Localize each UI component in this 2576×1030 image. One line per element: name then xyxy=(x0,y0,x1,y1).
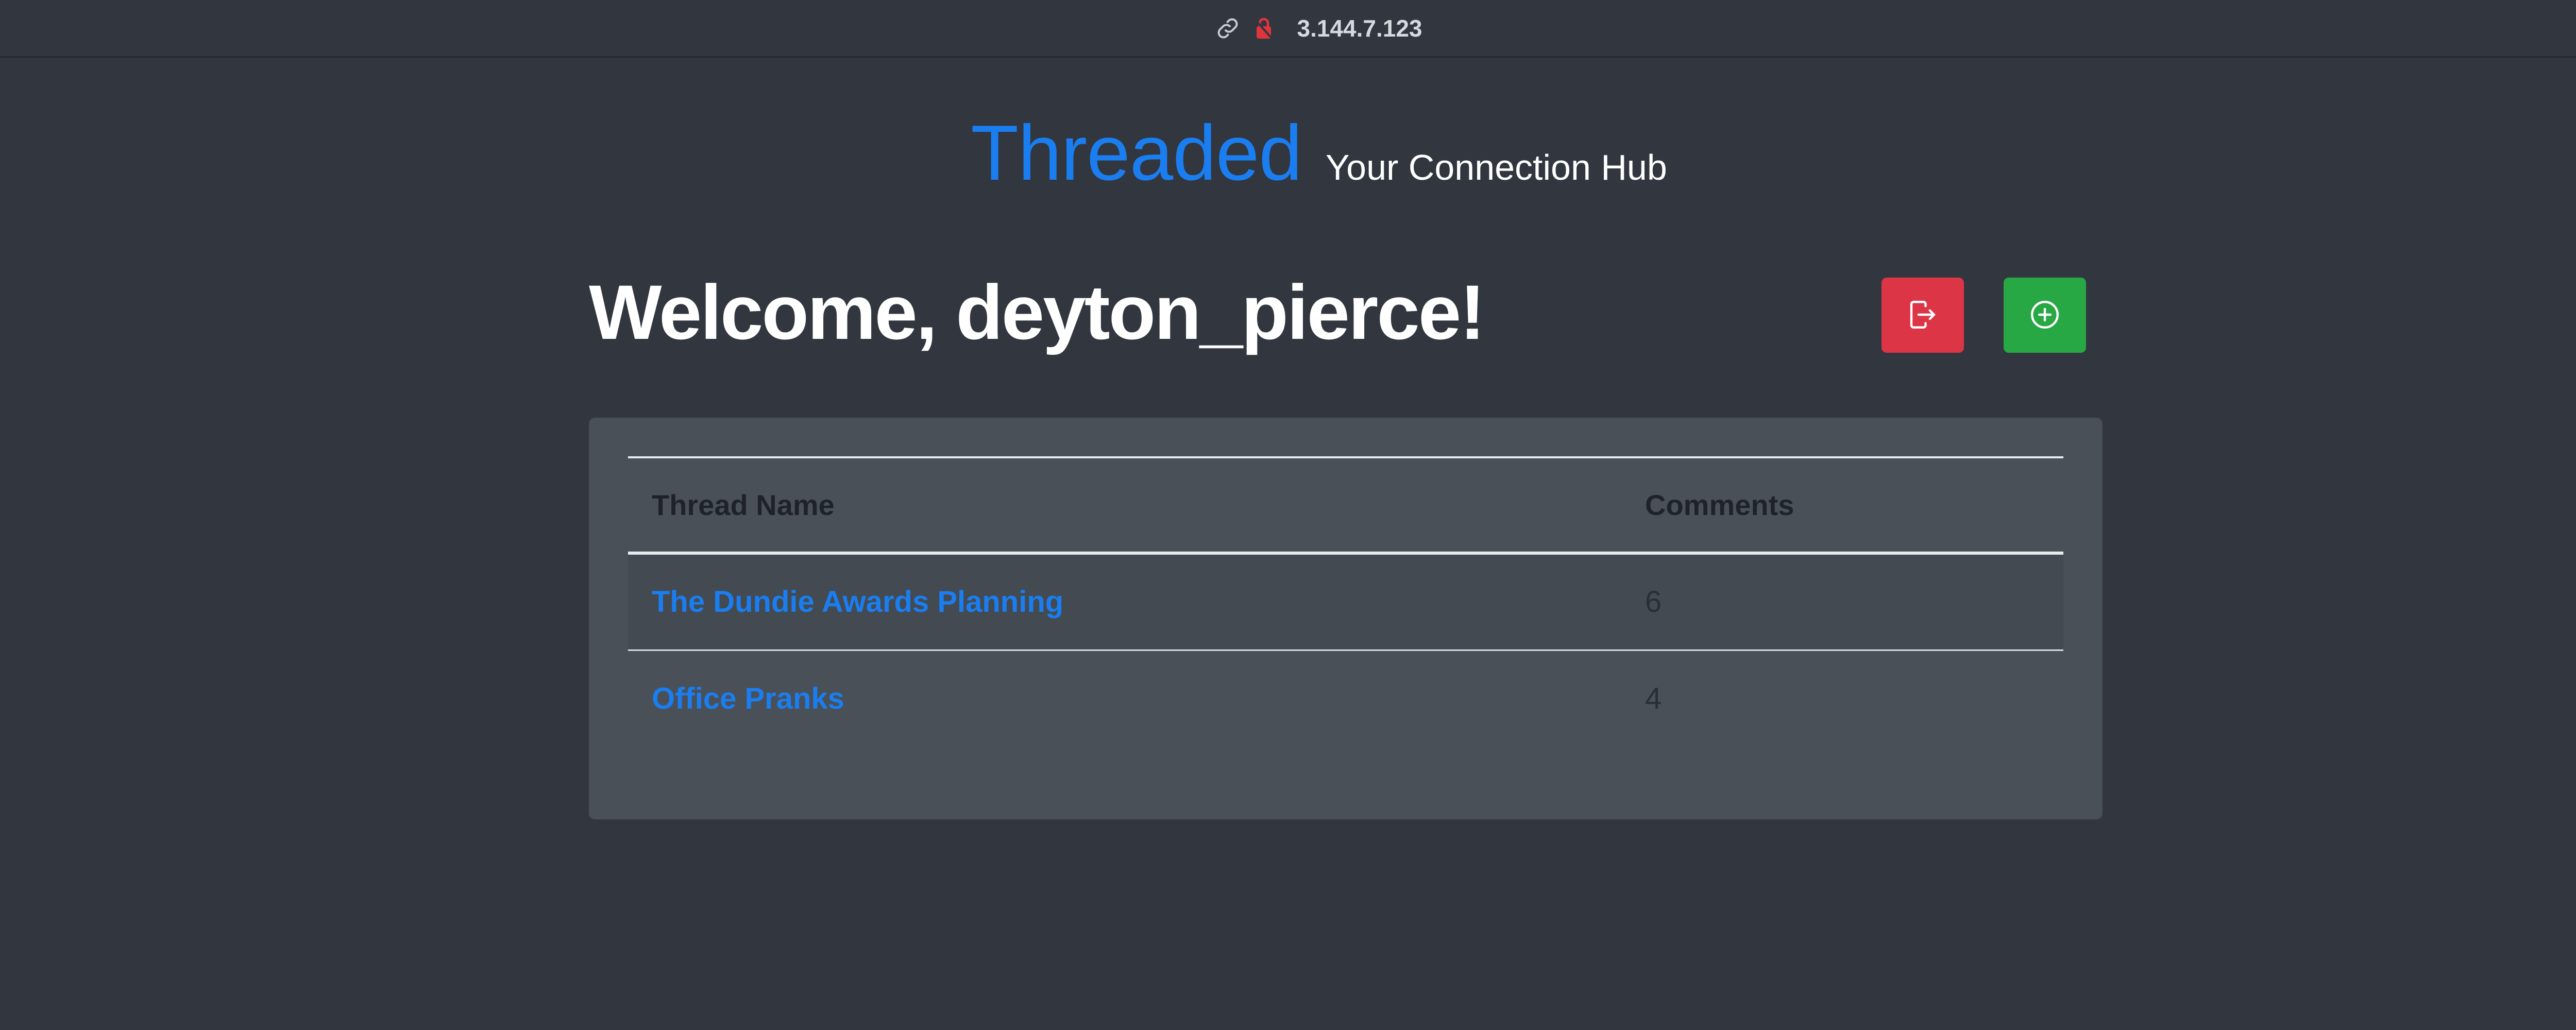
logout-button[interactable] xyxy=(1882,278,1964,353)
lock-icon xyxy=(1253,16,1274,41)
thread-link[interactable]: The Dundie Awards Planning xyxy=(652,585,1063,619)
table-row: Office Pranks 4 xyxy=(628,650,2063,747)
table-header-row: Thread Name Comments xyxy=(628,457,2063,553)
url-text: 3.144.7.123 xyxy=(1297,14,1422,42)
threads-table: Thread Name Comments The Dundie Awards P… xyxy=(628,456,2063,747)
thread-name-cell: The Dundie Awards Planning xyxy=(628,553,1621,650)
new-thread-button[interactable] xyxy=(2004,278,2086,353)
welcome-heading: Welcome, deyton_pierce! xyxy=(589,269,1485,355)
thread-link[interactable]: Office Pranks xyxy=(652,682,844,715)
comment-count: 4 xyxy=(1645,682,1662,716)
logout-icon xyxy=(1906,298,1940,333)
thread-name-cell: Office Pranks xyxy=(628,650,1621,747)
address-bar[interactable]: 3.144.7.123 xyxy=(0,0,2576,58)
comment-count: 6 xyxy=(1645,585,1662,619)
table-row: The Dundie Awards Planning 6 xyxy=(628,553,2063,650)
link-icon xyxy=(1215,16,1240,41)
plus-circle-icon xyxy=(2028,298,2062,333)
brand-header: Threaded Your Connection Hub xyxy=(0,108,2576,198)
site-logo[interactable]: Threaded xyxy=(971,108,1302,198)
column-header-thread-name: Thread Name xyxy=(652,489,835,521)
site-tagline: Your Connection Hub xyxy=(1325,147,1667,187)
column-header-comments: Comments xyxy=(1645,489,1794,521)
threads-card: Thread Name Comments The Dundie Awards P… xyxy=(589,418,2103,819)
